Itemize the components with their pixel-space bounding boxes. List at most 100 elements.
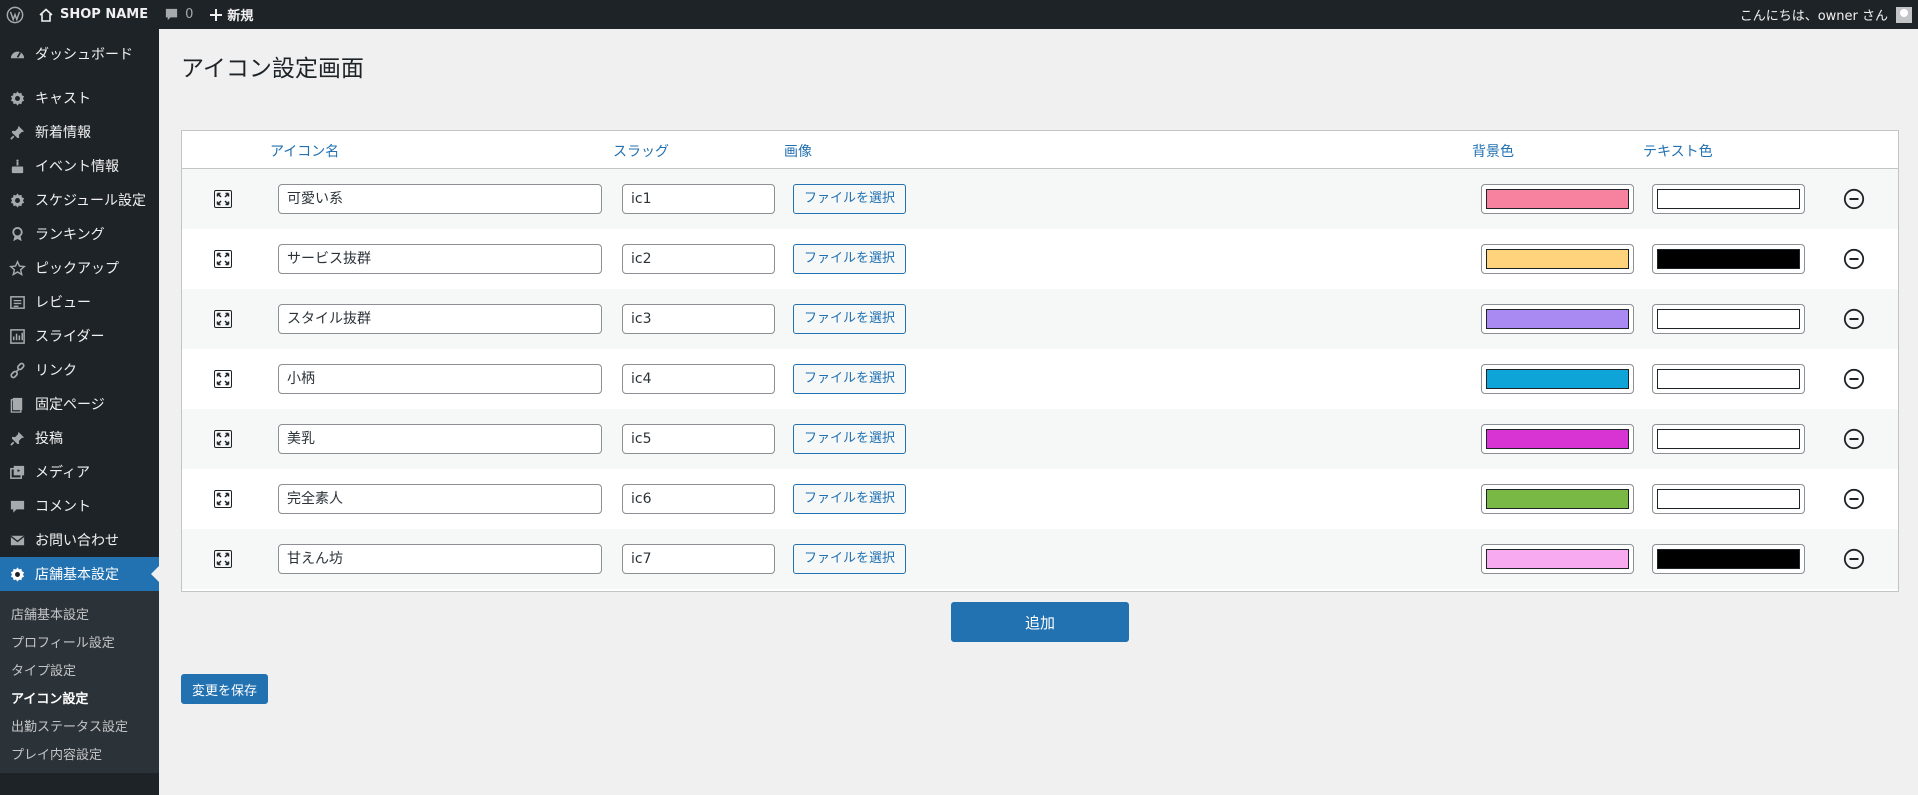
icon-name-input[interactable]: 美乳 [278, 424, 602, 454]
table-row: 可愛い系 ic1 ファイルを選択 [182, 169, 1898, 229]
background-color-picker[interactable] [1481, 364, 1634, 394]
drag-handle-icon[interactable] [214, 490, 232, 508]
icon-name-input[interactable]: サービス抜群 [278, 244, 602, 274]
drag-handle-icon[interactable] [214, 550, 232, 568]
sidebar-item-label: 新着情報 [35, 125, 91, 141]
icon-name-input[interactable]: スタイル抜群 [278, 304, 602, 334]
choose-file-button[interactable]: ファイルを選択 [793, 424, 906, 454]
column-name-header[interactable]: アイコン名 [270, 141, 339, 161]
remove-row-icon[interactable] [1843, 368, 1865, 390]
sidebar-item-12[interactable]: メディア [0, 455, 159, 489]
remove-row-icon[interactable] [1843, 428, 1865, 450]
remove-row-icon[interactable] [1843, 188, 1865, 210]
background-color-swatch [1486, 369, 1629, 389]
choose-file-button[interactable]: ファイルを選択 [793, 484, 906, 514]
pin-icon [8, 429, 26, 447]
text-color-swatch [1657, 249, 1800, 269]
text-color-picker[interactable] [1652, 484, 1805, 514]
new-content-link[interactable]: 新規 [201, 0, 261, 29]
text-color-picker[interactable] [1652, 424, 1805, 454]
sidebar-item-8[interactable]: スライダー [0, 319, 159, 353]
icon-name-input[interactable]: 甘えん坊 [278, 544, 602, 574]
icon-name-input[interactable]: 完全素人 [278, 484, 602, 514]
text-color-picker[interactable] [1652, 544, 1805, 574]
admin-sidebar: ダッシュボード キャスト新着情報イベント情報 スケジュール設定ランキングピックアップ… [0, 29, 159, 795]
sidebar-item-6[interactable]: ピックアップ [0, 251, 159, 285]
sidebar-item-13[interactable]: コメント [0, 489, 159, 523]
column-slug-header[interactable]: スラッグ [613, 141, 669, 161]
choose-file-button[interactable]: ファイルを選択 [793, 184, 906, 214]
award-icon [8, 225, 26, 243]
choose-file-button[interactable]: ファイルを選択 [793, 244, 906, 274]
choose-file-button[interactable]: ファイルを選択 [793, 544, 906, 574]
background-color-swatch [1486, 189, 1629, 209]
text-color-picker[interactable] [1652, 184, 1805, 214]
background-color-picker[interactable] [1481, 424, 1634, 454]
submenu-item-2[interactable]: タイプ設定 [0, 655, 159, 683]
remove-row-icon[interactable] [1843, 308, 1865, 330]
sidebar-item-10[interactable]: 固定ページ [0, 387, 159, 421]
column-bg-color-header[interactable]: 背景色 [1472, 141, 1514, 161]
background-color-picker[interactable] [1481, 484, 1634, 514]
comments-link[interactable]: 0 [156, 0, 201, 29]
cake-icon [8, 157, 26, 175]
drag-handle-icon[interactable] [214, 370, 232, 388]
sidebar-item-11[interactable]: 投稿 [0, 421, 159, 455]
background-color-picker[interactable] [1481, 184, 1634, 214]
sidebar-item-9[interactable]: リンク [0, 353, 159, 387]
site-name-link[interactable]: SHOP NAME [30, 0, 156, 29]
sidebar-item-2[interactable]: 新着情報 [0, 115, 159, 149]
slug-input[interactable]: ic6 [622, 484, 775, 514]
account-menu[interactable]: こんにちは、owner さん [1732, 0, 1918, 29]
remove-row-icon[interactable] [1843, 488, 1865, 510]
submenu-item-1[interactable]: プロフィール設定 [0, 627, 159, 655]
choose-file-button[interactable]: ファイルを選択 [793, 304, 906, 334]
sidebar-item-15[interactable]: 店舗基本設定 [0, 557, 159, 591]
sidebar-item-0[interactable]: ダッシュボード [0, 37, 159, 71]
plus-icon [209, 8, 223, 22]
column-text-color-header[interactable]: テキスト色 [1643, 141, 1713, 161]
wordpress-logo-icon[interactable] [0, 0, 30, 29]
choose-file-button[interactable]: ファイルを選択 [793, 364, 906, 394]
remove-row-icon[interactable] [1843, 248, 1865, 270]
slug-input[interactable]: ic3 [622, 304, 775, 334]
slug-input[interactable]: ic5 [622, 424, 775, 454]
sidebar-item-1[interactable]: キャスト [0, 81, 159, 115]
slug-input[interactable]: ic2 [622, 244, 775, 274]
slug-input[interactable]: ic1 [622, 184, 775, 214]
text-color-picker[interactable] [1652, 304, 1805, 334]
text-color-picker[interactable] [1652, 364, 1805, 394]
text-color-picker[interactable] [1652, 244, 1805, 274]
submenu-item-3[interactable]: アイコン設定 [0, 683, 159, 711]
slug-input[interactable]: ic4 [622, 364, 775, 394]
sidebar-item-4[interactable]: スケジュール設定 [0, 183, 159, 217]
sidebar-item-label: 固定ページ [35, 397, 105, 413]
sidebar-item-3[interactable]: イベント情報 [0, 149, 159, 183]
drag-handle-icon[interactable] [214, 250, 232, 268]
sidebar-item-7[interactable]: レビュー [0, 285, 159, 319]
background-color-picker[interactable] [1481, 244, 1634, 274]
new-label: 新規 [227, 9, 254, 24]
sidebar-item-5[interactable]: ランキング [0, 217, 159, 251]
add-row-button[interactable]: 追加 [951, 602, 1129, 642]
slug-input[interactable]: ic7 [622, 544, 775, 574]
background-color-picker[interactable] [1481, 544, 1634, 574]
icon-name-input[interactable]: 可愛い系 [278, 184, 602, 214]
background-color-swatch [1486, 309, 1629, 329]
dashboard-icon [8, 45, 26, 63]
save-changes-button[interactable]: 変更を保存 [181, 674, 268, 704]
background-color-picker[interactable] [1481, 304, 1634, 334]
remove-row-icon[interactable] [1843, 548, 1865, 570]
submenu-item-4[interactable]: 出勤ステータス設定 [0, 711, 159, 739]
drag-handle-icon[interactable] [214, 430, 232, 448]
sidebar-item-14[interactable]: お問い合わせ [0, 523, 159, 557]
sidebar-item-label: ランキング [35, 227, 105, 243]
icon-name-input[interactable]: 小柄 [278, 364, 602, 394]
sidebar-item-label: スライダー [35, 329, 105, 345]
drag-handle-icon[interactable] [214, 190, 232, 208]
column-image-header[interactable]: 画像 [784, 141, 812, 161]
table-row: 完全素人 ic6 ファイルを選択 [182, 469, 1898, 529]
submenu-item-0[interactable]: 店舗基本設定 [0, 599, 159, 627]
drag-handle-icon[interactable] [214, 310, 232, 328]
submenu-item-5[interactable]: プレイ内容設定 [0, 739, 159, 767]
